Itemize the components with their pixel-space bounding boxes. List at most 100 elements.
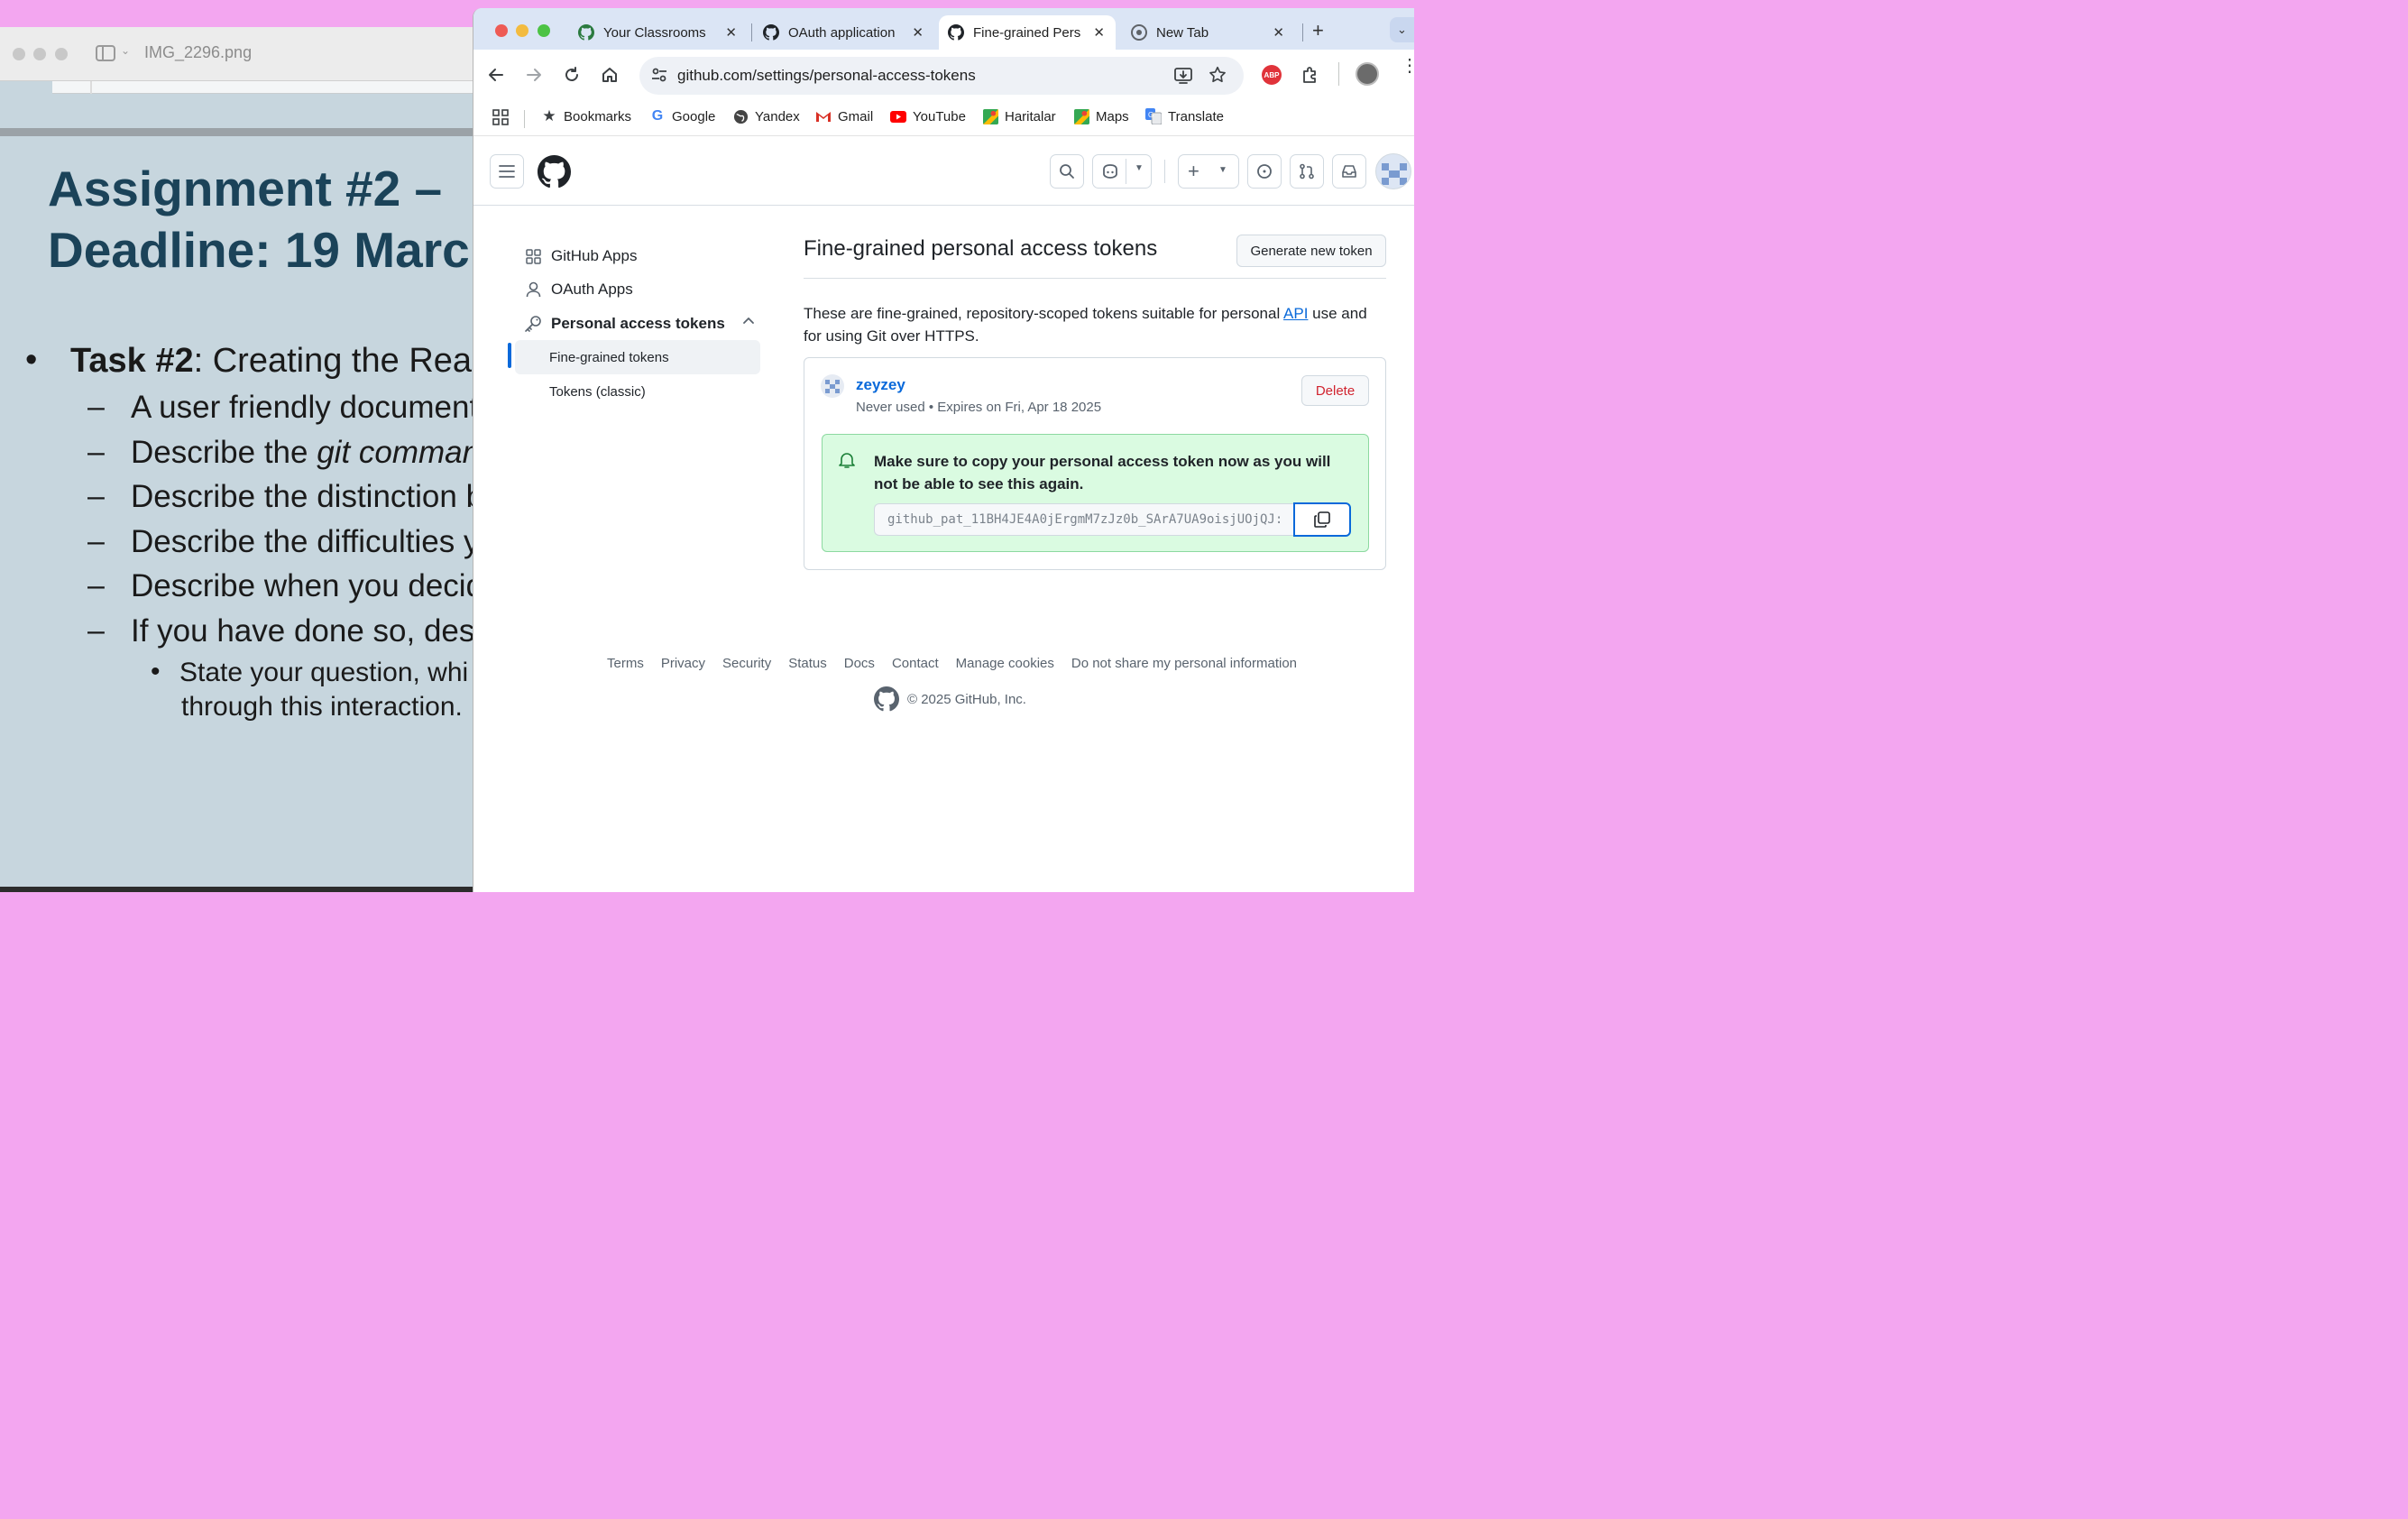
- forward-icon[interactable]: [520, 62, 547, 87]
- chrome-icon: [1131, 24, 1147, 41]
- title-divider: [804, 278, 1386, 279]
- sidebar-item-fine-grained-tokens[interactable]: Fine-grained tokens: [515, 340, 760, 374]
- caret-down-icon[interactable]: ▼: [1135, 163, 1144, 173]
- address-bar[interactable]: github.com/settings/personal-access-toke…: [639, 57, 1244, 95]
- copilot-button[interactable]: ▼: [1092, 154, 1152, 189]
- footer-link-security[interactable]: Security: [722, 656, 771, 671]
- footer-copyright: © 2025 GitHub, Inc.: [874, 686, 1026, 712]
- close-icon[interactable]: ✕: [912, 24, 924, 41]
- person-icon: [524, 281, 542, 298]
- bookmark-google[interactable]: G Google: [649, 108, 716, 124]
- dash: –: [87, 613, 105, 648]
- notice-message: Make sure to copy your personal access t…: [874, 453, 1331, 493]
- tab-new-tab[interactable]: New Tab ✕: [1122, 15, 1295, 50]
- chevron-up-icon[interactable]: [742, 313, 755, 331]
- sidebar-toggle-icon[interactable]: [96, 45, 115, 61]
- sidebar-item-label: GitHub Apps: [551, 247, 638, 264]
- new-tab-plus-icon[interactable]: +: [1312, 19, 1324, 42]
- install-app-icon[interactable]: [1173, 66, 1193, 86]
- adblock-extension-icon[interactable]: ABP: [1262, 65, 1282, 85]
- dash: –: [87, 479, 105, 513]
- close-icon[interactable]: ✕: [1093, 24, 1105, 41]
- sidebar-item-personal-access-tokens[interactable]: Personal access tokens: [508, 308, 762, 340]
- bookmark-yandex[interactable]: Yandex: [732, 108, 800, 124]
- bookmark-translate[interactable]: G Translate: [1145, 108, 1224, 124]
- zoom-light-icon[interactable]: [55, 48, 68, 60]
- bookmark-bookmarks[interactable]: ★ Bookmarks: [541, 107, 631, 124]
- sidebar-item-oauth-apps[interactable]: OAuth Apps: [508, 273, 762, 306]
- tab-fine-grained[interactable]: Fine-grained Pers ✕: [939, 15, 1116, 50]
- footer-link-docs[interactable]: Docs: [844, 656, 875, 671]
- token-name-link[interactable]: zeyzey: [856, 376, 905, 394]
- footer-link-terms[interactable]: Terms: [607, 656, 644, 671]
- back-icon[interactable]: [483, 62, 510, 87]
- bookmark-label: Gmail: [838, 108, 874, 124]
- minimize-light-icon[interactable]: [516, 24, 528, 37]
- tab-your-classrooms[interactable]: Your Classrooms ✕: [569, 15, 748, 50]
- zoom-light-icon[interactable]: [538, 24, 550, 37]
- profile-avatar[interactable]: [1356, 62, 1379, 86]
- bookmark-star-icon[interactable]: [1208, 65, 1227, 85]
- footer-link-manage-cookies[interactable]: Manage cookies: [956, 656, 1054, 671]
- api-link[interactable]: API: [1283, 305, 1308, 322]
- github-icon: [763, 24, 779, 41]
- tab-oauth-application[interactable]: OAuth application ✕: [754, 15, 934, 50]
- inbox-icon[interactable]: [1332, 154, 1366, 189]
- extensions-puzzle-icon[interactable]: [1301, 65, 1320, 85]
- sidebar-item-label: Personal access tokens: [551, 315, 725, 332]
- bookmark-label: YouTube: [913, 108, 966, 124]
- dash: –: [87, 435, 105, 469]
- bookmark-label: Translate: [1168, 108, 1224, 124]
- menu-kebab-icon[interactable]: ⋮: [1401, 57, 1414, 75]
- hamburger-menu-icon[interactable]: [490, 154, 524, 189]
- user-avatar[interactable]: [1375, 153, 1411, 189]
- close-light-icon[interactable]: [13, 48, 25, 60]
- site-settings-icon[interactable]: [650, 66, 668, 84]
- close-icon[interactable]: ✕: [725, 24, 737, 41]
- footer-link-do-not-share[interactable]: Do not share my personal information: [1071, 656, 1297, 671]
- bookmark-maps[interactable]: Maps: [1073, 108, 1129, 124]
- apps-grid-icon[interactable]: [492, 108, 510, 126]
- slide-item-italic: git comman: [317, 435, 481, 470]
- selection-indicator: [508, 343, 511, 368]
- tab-label: Your Classrooms: [603, 24, 706, 41]
- slide-item: Describe the git comman: [131, 435, 480, 471]
- sidebar-item-tokens-classic[interactable]: Tokens (classic): [515, 374, 760, 409]
- home-icon[interactable]: [596, 62, 623, 87]
- create-new-button[interactable]: + ▼: [1178, 154, 1239, 189]
- tab-search-icon[interactable]: ⌄: [1390, 17, 1414, 42]
- close-light-icon[interactable]: [495, 24, 508, 37]
- chevron-down-icon[interactable]: ⌄: [121, 44, 130, 57]
- slide-subitem: State your question, whi: [179, 658, 469, 687]
- footer-link-contact[interactable]: Contact: [892, 656, 939, 671]
- search-icon[interactable]: [1050, 154, 1084, 189]
- footer-link-privacy[interactable]: Privacy: [661, 656, 705, 671]
- bookmark-youtube[interactable]: YouTube: [890, 108, 966, 124]
- bell-icon: [839, 453, 855, 468]
- task-line: Task #2: Creating the Rea: [70, 342, 472, 381]
- reload-icon[interactable]: [558, 62, 585, 87]
- token-avatar: [821, 374, 844, 398]
- copilot-icon: [1103, 164, 1117, 179]
- generate-new-token-button[interactable]: Generate new token: [1236, 235, 1386, 267]
- bookmark-label: Yandex: [755, 108, 800, 124]
- copy-token-button[interactable]: [1293, 502, 1351, 537]
- github-header: ▼ + ▼: [473, 137, 1414, 206]
- footer-link-status[interactable]: Status: [788, 656, 827, 671]
- token-value-field[interactable]: github_pat_11BH4JE4A0jErgmM7zJz0b_SArA7U…: [874, 503, 1294, 536]
- bookmark-label: Maps: [1096, 108, 1129, 124]
- close-icon[interactable]: ✕: [1273, 24, 1284, 41]
- github-logo-icon[interactable]: [538, 155, 571, 189]
- url-text[interactable]: github.com/settings/personal-access-toke…: [677, 67, 976, 85]
- bookmark-gmail[interactable]: Gmail: [815, 108, 873, 124]
- maps-icon: [1073, 108, 1089, 124]
- github-logo-icon[interactable]: [874, 686, 899, 712]
- delete-token-button[interactable]: Delete: [1301, 375, 1369, 406]
- browser-toolbar: github.com/settings/personal-access-toke…: [473, 50, 1414, 100]
- minimize-light-icon[interactable]: [33, 48, 46, 60]
- pull-requests-icon[interactable]: [1290, 154, 1324, 189]
- issues-icon[interactable]: [1247, 154, 1282, 189]
- sidebar-item-github-apps[interactable]: GitHub Apps: [508, 240, 762, 272]
- key-icon: [524, 315, 542, 333]
- bookmark-haritalar[interactable]: Haritalar: [982, 108, 1056, 124]
